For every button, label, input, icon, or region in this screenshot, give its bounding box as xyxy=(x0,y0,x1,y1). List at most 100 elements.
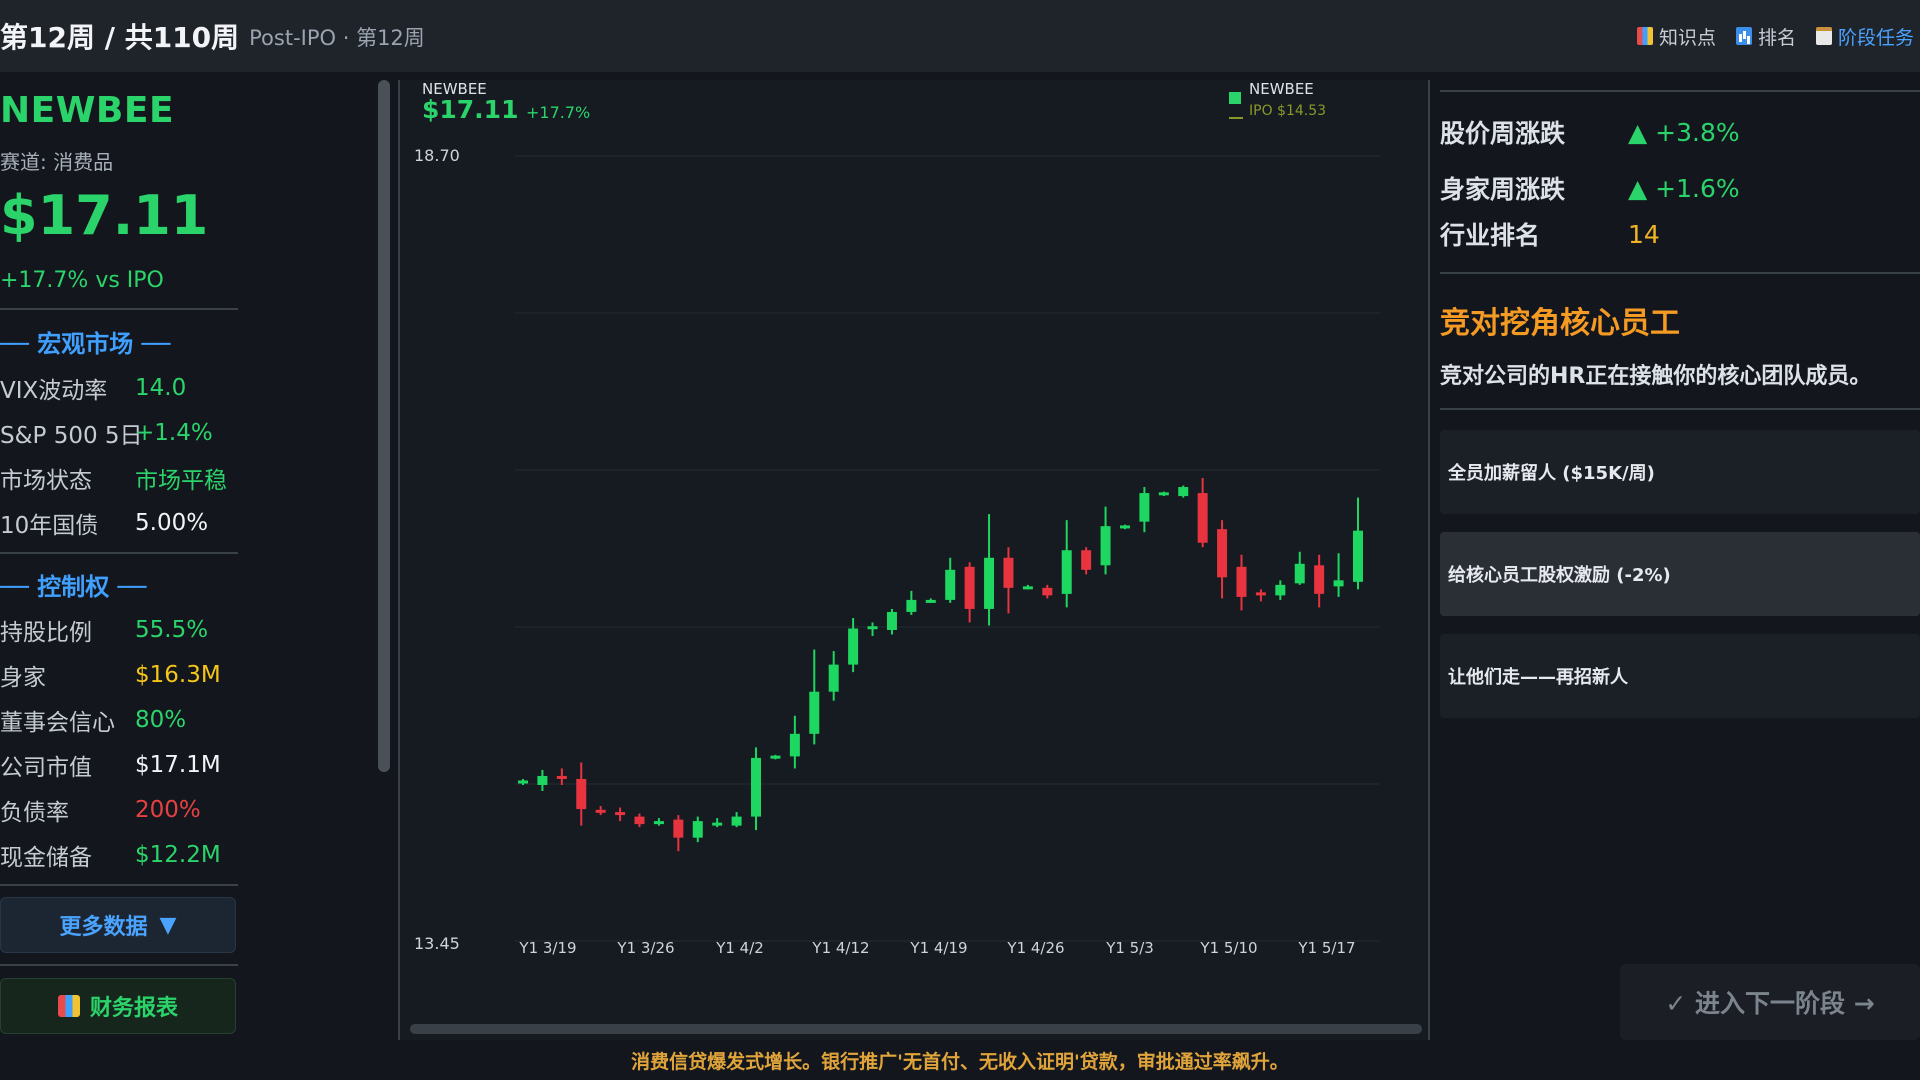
x-axis-tick-label: Y1 4/19 xyxy=(909,939,967,957)
stock-chart-panel: NEWBEE $17.11 +17.7% NEWBEE IPO $14.53 18.70 1… xyxy=(398,80,1430,1042)
divider xyxy=(1440,90,1920,92)
candle-body xyxy=(1139,493,1150,522)
event-option-raise-salary[interactable]: 全员加薪留人 ($15K/周) xyxy=(1440,430,1920,514)
control-stat-row: 身家 $16.3M xyxy=(0,659,240,691)
chart-horizontal-scrollbar[interactable] xyxy=(410,1024,1422,1034)
macro-stat-label: 市场状态 xyxy=(0,468,92,494)
header-actions: 知识点 排名 阶段任务 xyxy=(1636,0,1914,72)
control-stat-row: 董事会信心 80% xyxy=(0,704,240,736)
book-icon xyxy=(1636,27,1653,45)
candle-body xyxy=(712,822,723,826)
macro-stat-row: VIX波动率 14.0 xyxy=(0,372,240,404)
left-panel-scrollbar[interactable] xyxy=(378,80,390,772)
candlestick-chart[interactable]: NEWBEE$17.11 +17.7%NEWBEEIPO $14.5318.701… xyxy=(400,80,1428,1020)
candle-body xyxy=(770,755,781,759)
candle-body xyxy=(634,816,645,825)
control-stat-row: 现金储备 $12.2M xyxy=(0,839,240,871)
candle-body xyxy=(673,819,684,838)
stage-tasks-button[interactable]: 阶段任务 xyxy=(1815,23,1914,50)
event-option-equity-incentive[interactable]: 给核心员工股权激励 (-2%) xyxy=(1440,532,1920,616)
candle-body xyxy=(1119,525,1130,529)
control-stat-label: 公司市值 xyxy=(0,755,92,781)
next-stage-button[interactable]: ✓ 进入下一阶段 → xyxy=(1620,964,1920,1040)
weekly-stat-label: 股价周涨跌 xyxy=(1440,119,1566,148)
financial-statements-label: 财务报表 xyxy=(89,996,178,1021)
financial-statements-button[interactable]: 财务报表 xyxy=(0,978,236,1034)
candle-body xyxy=(906,599,917,612)
ranking-label: 排名 xyxy=(1757,26,1796,49)
candle-body xyxy=(537,775,548,785)
chart-change-label: +17.7% xyxy=(526,103,590,122)
control-stat-value: $12.2M xyxy=(135,842,221,868)
macro-stat-label: S&P 500 5日 xyxy=(0,423,143,449)
candle-body xyxy=(925,599,936,603)
macro-stat-label: 10年国债 xyxy=(0,513,99,539)
clipboard-icon xyxy=(1815,27,1832,45)
candle-body xyxy=(1197,493,1208,543)
event-title: 竞对挖角核心员工 xyxy=(1440,306,1680,341)
candle-body xyxy=(653,821,664,825)
chevron-down-icon: ▼ xyxy=(159,912,177,938)
candle-body xyxy=(1275,584,1286,596)
top-bar: 第12周 / 共110周 Post-IPO · 第12周 知识点 排名 阶段任务 xyxy=(0,0,1920,72)
macro-stat-row: 10年国债 5.00% xyxy=(0,507,240,539)
x-axis-tick-label: Y1 3/26 xyxy=(616,939,674,957)
candle-body xyxy=(1294,563,1305,584)
control-stat-row: 负债率 200% xyxy=(0,794,240,826)
y-axis-top-label: 18.70 xyxy=(414,146,460,165)
divider xyxy=(0,308,238,310)
divider xyxy=(0,552,238,554)
macro-stat-value: +1.4% xyxy=(135,420,213,446)
left-panel: NEWBEE 赛道: 消费品 $17.11 +17.7% vs IPO ── 宏… xyxy=(0,72,240,1040)
candle-body xyxy=(1003,557,1014,588)
weekly-stat-value: ▲ +1.6% xyxy=(1628,173,1740,203)
control-stat-row: 持股比例 55.5% xyxy=(0,614,240,646)
legend-label: NEWBEE xyxy=(1249,80,1314,98)
macro-stat-value: 5.00% xyxy=(135,510,209,536)
candle-body xyxy=(1255,592,1266,596)
macro-section-title: ── 宏观市场 ── xyxy=(0,330,171,358)
right-panel: 股价周涨跌 ▲ +3.8% 身家周涨跌 ▲ +1.6% 行业排名 14 竞对挖角核心员工 … xyxy=(1440,72,1920,1040)
macro-stat-label: VIX波动率 xyxy=(0,378,108,404)
candle-body xyxy=(848,628,859,665)
control-section-title: ── 控制权 ── xyxy=(0,573,147,601)
control-stat-value: 55.5% xyxy=(135,617,209,643)
divider xyxy=(0,884,238,886)
candle-body xyxy=(964,566,975,609)
weekly-stat-value: 14 xyxy=(1628,219,1660,249)
knowledge-button[interactable]: 知识点 xyxy=(1636,23,1716,50)
more-data-button[interactable]: 更多数据 ▼ xyxy=(0,897,236,953)
divider xyxy=(0,964,238,966)
control-stat-value: 80% xyxy=(135,707,187,733)
candle-body xyxy=(1333,580,1344,587)
bar-chart-icon xyxy=(57,995,80,1017)
y-axis-bottom-label: 13.45 xyxy=(414,934,460,953)
x-axis-tick-label: Y1 4/12 xyxy=(811,939,869,957)
knowledge-label: 知识点 xyxy=(1658,26,1716,49)
candle-body xyxy=(1353,530,1363,582)
week-title: 第12周 / 共110周 xyxy=(0,21,240,54)
x-axis-tick-label: Y1 5/17 xyxy=(1297,939,1355,957)
candle-body xyxy=(751,757,762,817)
candle-body xyxy=(789,733,800,757)
event-description: 竞对公司的HR正在接触你的核心团队成员。 xyxy=(1440,364,1872,389)
macro-stat-value: 市场平稳 xyxy=(135,468,227,494)
ranking-button[interactable]: 排名 xyxy=(1735,23,1796,50)
option-label: 让他们走——再招新人 xyxy=(1448,667,1628,688)
control-stat-value: 200% xyxy=(135,797,201,823)
company-name: NEWBEE xyxy=(0,90,175,131)
candle-body xyxy=(692,821,703,838)
control-stat-value: $16.3M xyxy=(135,662,221,688)
phase-subtitle: Post-IPO · 第12周 xyxy=(249,26,425,50)
candle-body xyxy=(1178,487,1189,497)
x-axis-tick-label: Y1 4/26 xyxy=(1006,939,1064,957)
stock-price: $17.11 xyxy=(0,184,209,247)
weekly-stat-label: 行业排名 xyxy=(1440,221,1541,250)
control-stat-row: 公司市值 $17.1M xyxy=(0,749,240,781)
macro-stat-row: 市场状态 市场平稳 xyxy=(0,462,240,494)
event-option-let-them-go[interactable]: 让他们走——再招新人 xyxy=(1440,634,1920,718)
candle-body xyxy=(1100,526,1111,566)
candle-body xyxy=(809,691,820,734)
chart-price-label: $17.11 xyxy=(422,95,518,124)
candle-body xyxy=(1236,566,1247,597)
